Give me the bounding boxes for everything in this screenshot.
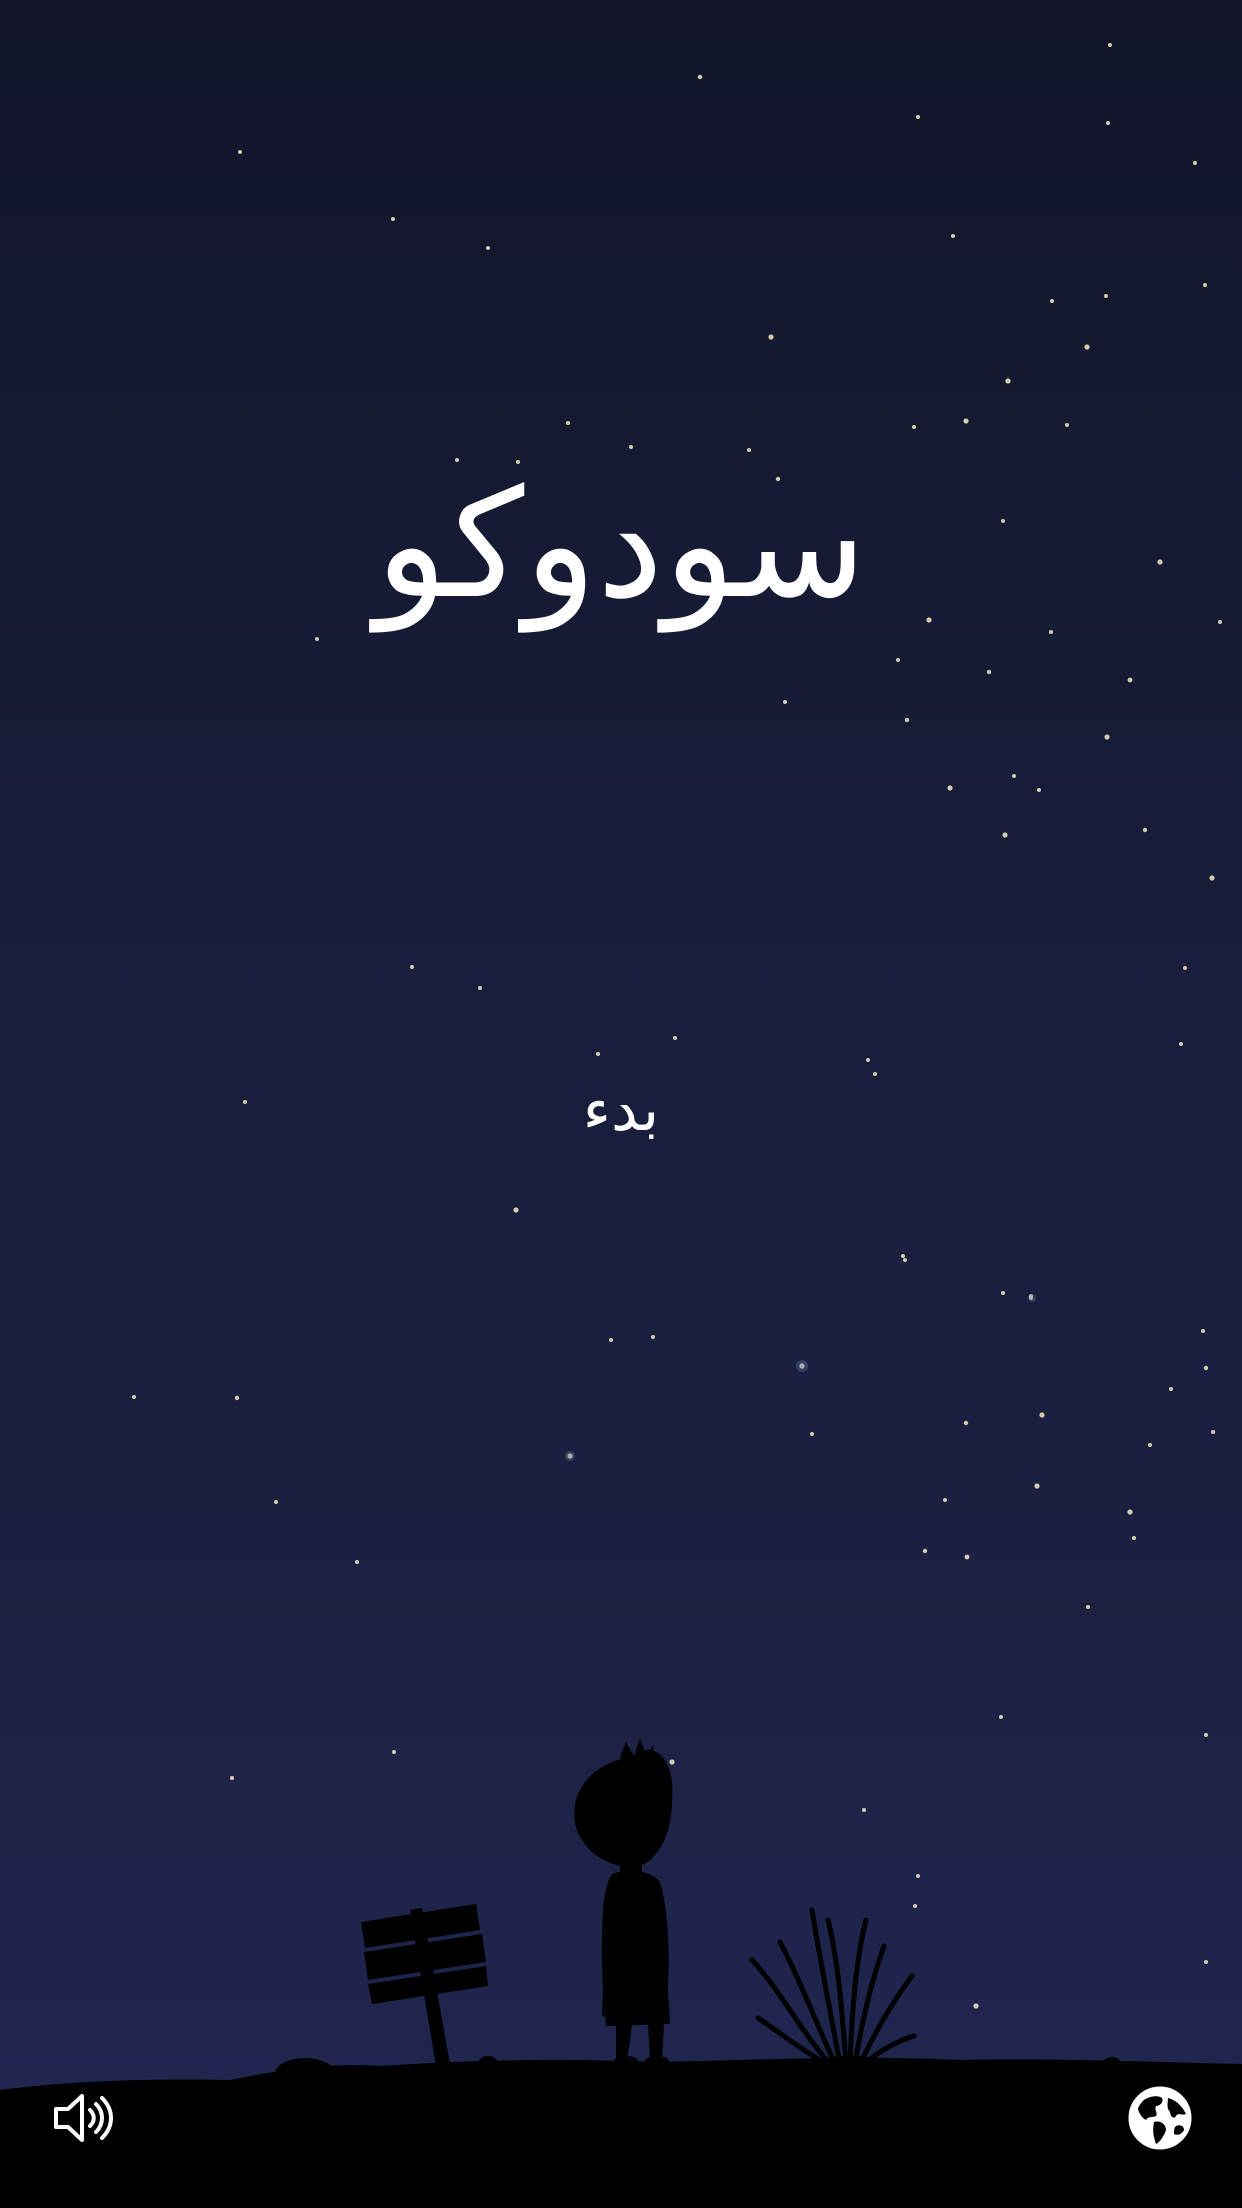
ground [0,2057,1242,2208]
speaker-volume-icon[interactable] [46,2082,118,2154]
signpost [361,1904,488,2066]
rock [335,2072,355,2084]
rock [479,2056,497,2068]
rock [275,2058,335,2090]
rock [1103,2057,1121,2071]
game-screen: سودوكو بدء [0,0,1242,2208]
silhouette-scene [0,1738,1242,2208]
globe-icon[interactable] [1124,2082,1196,2154]
boy-silhouette [574,1738,673,2066]
grass-tuft [749,1907,917,2067]
